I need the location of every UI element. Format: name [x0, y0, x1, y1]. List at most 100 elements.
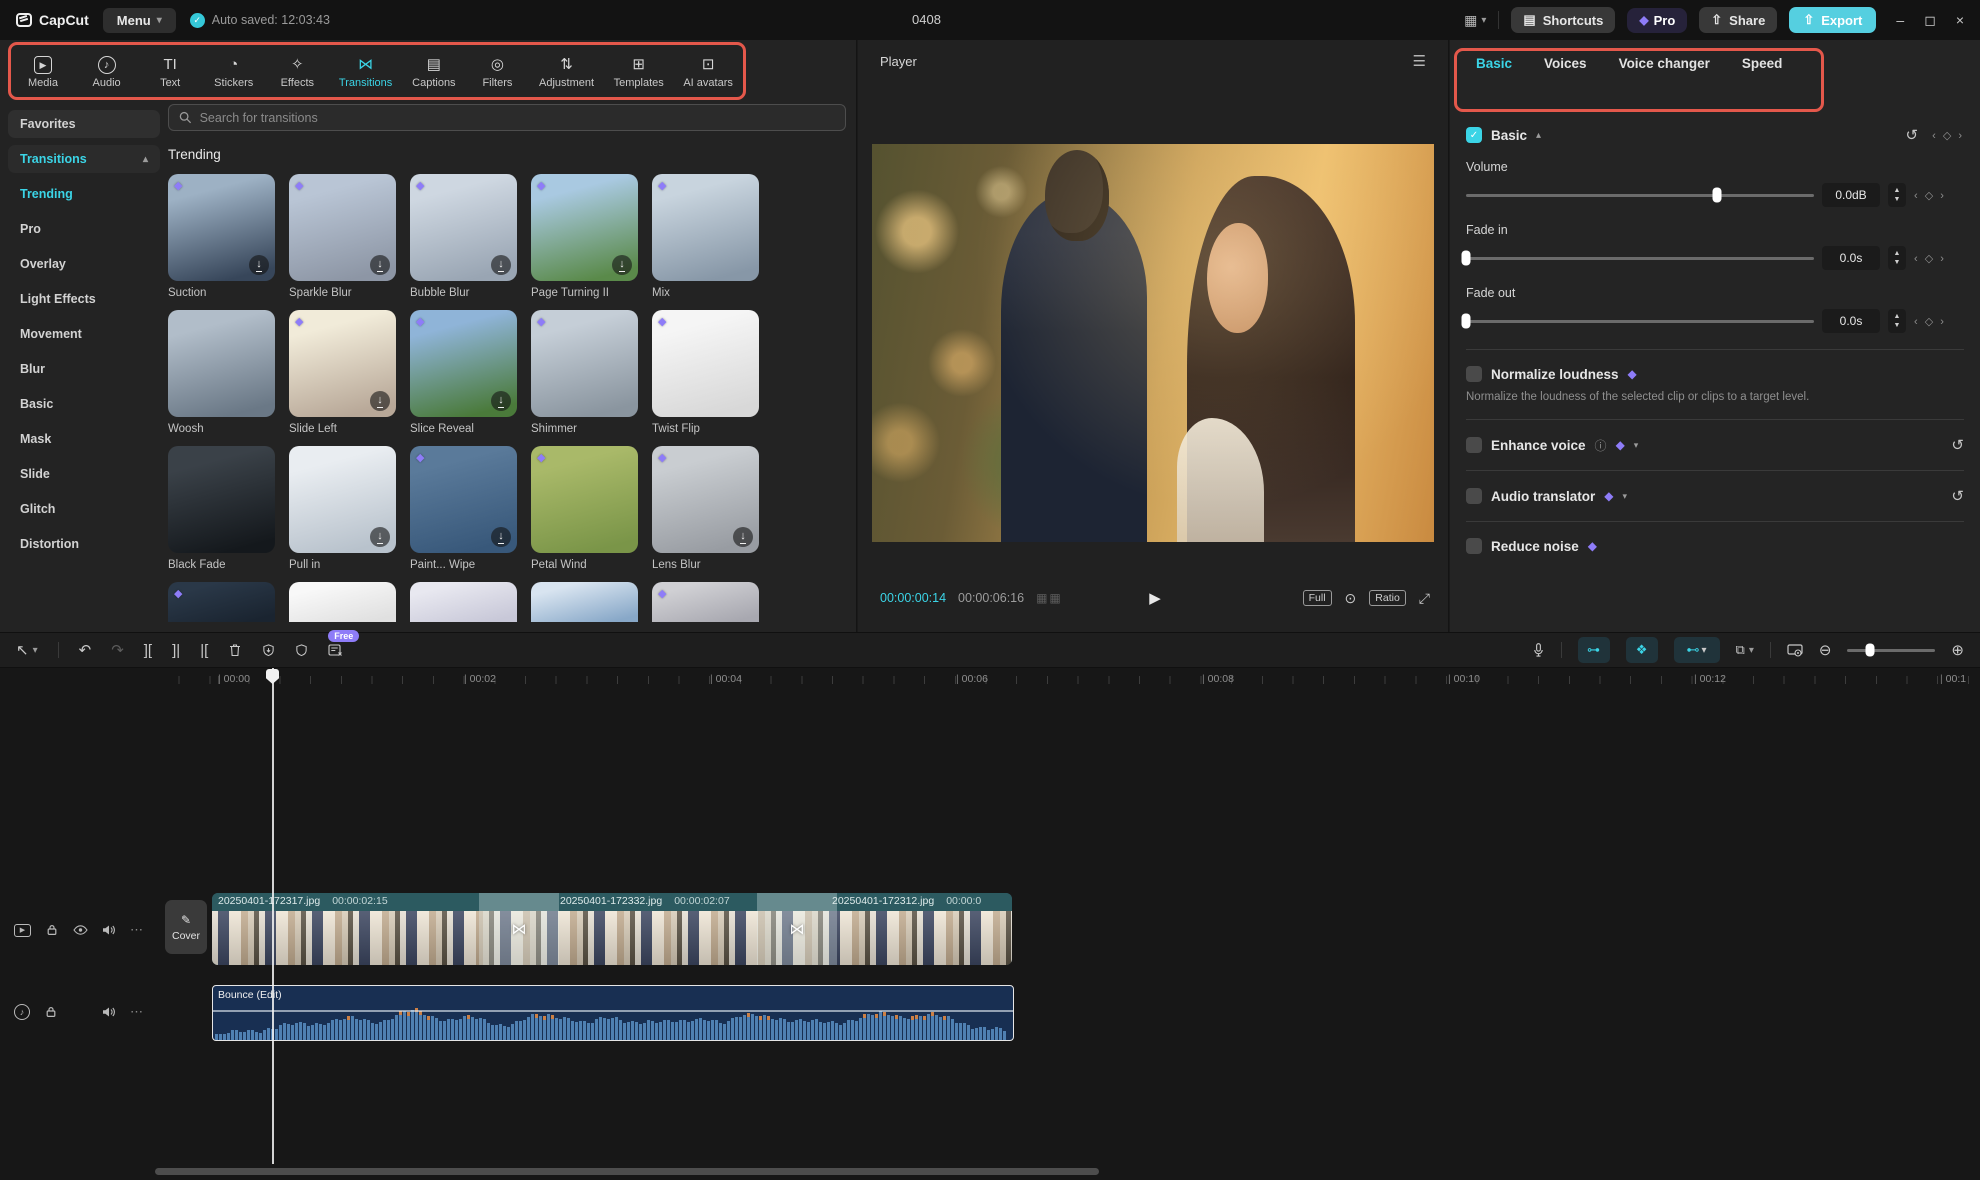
auto-preview-toggle[interactable]: ❖	[1626, 637, 1658, 663]
sidebar-item-basic[interactable]: Basic	[8, 390, 160, 418]
move-mode-button[interactable]: ⧉▾	[1736, 642, 1754, 658]
fade-in-slider[interactable]	[1466, 257, 1814, 260]
download-icon[interactable]: ↓	[370, 391, 390, 411]
slider-thumb[interactable]	[1462, 314, 1471, 329]
tab-voices[interactable]: Voices	[1544, 56, 1587, 71]
sidebar-item-favorites[interactable]: Favorites	[8, 110, 160, 138]
split-button[interactable]: ][	[144, 642, 152, 659]
fade-in-value-input[interactable]: 0.0s	[1822, 246, 1880, 270]
tab-transitions[interactable]: ⋈Transitions	[339, 56, 392, 89]
minimize-button[interactable]: –	[1896, 12, 1904, 29]
transition-thumb-suction[interactable]: ◆↓	[168, 174, 275, 281]
keyframe-controls[interactable]: ‹ ◇ ›	[1914, 315, 1946, 328]
sidebar-item-mask[interactable]: Mask	[8, 425, 160, 453]
audio-volume-line[interactable]	[213, 1010, 1013, 1012]
tab-ai-avatars[interactable]: ⊡AI avatars	[683, 56, 733, 89]
transition-card[interactable]: ◆↓Page Turning II	[531, 174, 638, 299]
transition-thumb-partial[interactable]	[531, 582, 638, 622]
transition-card[interactable]: ◆↓Paint... Wipe	[410, 446, 517, 571]
tab-templates[interactable]: ⊞Templates	[614, 56, 664, 89]
full-screen-toggle[interactable]: Full	[1303, 590, 1332, 606]
sidebar-item-overlay[interactable]: Overlay	[8, 250, 160, 278]
playhead-line[interactable]	[272, 668, 274, 1164]
transition-marker[interactable]: ⋈	[757, 893, 837, 965]
transition-card[interactable]: ◆Twist Flip	[652, 310, 759, 435]
ratio-button[interactable]: Ratio	[1369, 590, 1406, 606]
track-more-button[interactable]: ⋯	[130, 922, 144, 938]
transition-thumb-woosh[interactable]	[168, 310, 275, 417]
download-icon[interactable]: ↓	[370, 527, 390, 547]
transition-card[interactable]: ◆↓Bubble Blur	[410, 174, 517, 299]
keyframe-controls[interactable]: ‹ ◇ ›	[1914, 189, 1946, 202]
video-clip-strip[interactable]: 20250401-172317.jpg00:00:02:1520250401-1…	[212, 893, 1012, 965]
fade-out-value-input[interactable]: 0.0s	[1822, 309, 1880, 333]
visibility-eye-icon[interactable]	[73, 925, 88, 935]
sidebar-item-glitch[interactable]: Glitch	[8, 495, 160, 523]
transition-card[interactable]: ◆↓Lens Blur	[652, 446, 759, 571]
zoom-out-button[interactable]: ⊖	[1819, 641, 1832, 659]
download-icon[interactable]: ↓	[491, 255, 511, 275]
transition-marker[interactable]: ⋈	[479, 893, 559, 965]
transition-card[interactable]: ◆Mix	[652, 174, 759, 299]
transition-card[interactable]: ◆↓Suction	[168, 174, 275, 299]
menu-button[interactable]: Menu ▾	[103, 8, 176, 33]
transition-thumb-paint-wipe[interactable]: ◆↓	[410, 446, 517, 553]
timeline-ruler[interactable]: 00:0000:0200:0400:0600:0800:1000:1200:1	[0, 668, 1980, 694]
search-box[interactable]	[168, 104, 846, 131]
download-icon[interactable]: ↓	[733, 527, 753, 547]
split-keep-right-button[interactable]: |[	[200, 642, 208, 659]
tab-basic[interactable]: Basic	[1476, 56, 1512, 71]
transition-thumb-partial[interactable]: ◆	[652, 582, 759, 622]
download-icon[interactable]: ↓	[370, 255, 390, 275]
render-preview-button[interactable]	[1787, 644, 1803, 657]
chevron-down-icon[interactable]: ▾	[1623, 491, 1628, 502]
magnetic-snap-toggle[interactable]: ⊶	[1578, 637, 1610, 663]
collapse-caret-icon[interactable]: ▴	[1536, 130, 1541, 141]
transition-card[interactable]: ◆	[652, 582, 759, 622]
record-voiceover-button[interactable]	[1532, 642, 1545, 658]
reset-icon[interactable]: ↺	[1906, 126, 1919, 144]
transition-thumb-petal-wind[interactable]: ◆	[531, 446, 638, 553]
keyframe-controls[interactable]: ‹ ◇ ›	[1932, 129, 1964, 142]
transition-thumb-black-fade[interactable]	[168, 446, 275, 553]
tab-captions[interactable]: ▤Captions	[412, 56, 456, 89]
chevron-down-icon[interactable]: ▾	[1634, 440, 1639, 451]
slider-thumb[interactable]	[1462, 251, 1471, 266]
expand-icon[interactable]: ⤢	[1419, 590, 1430, 607]
tab-speed[interactable]: Speed	[1742, 56, 1783, 71]
tab-media[interactable]: ▶Media	[21, 56, 65, 89]
fade-out-slider[interactable]	[1466, 320, 1814, 323]
timeline-horizontal-scrollbar[interactable]	[155, 1168, 1099, 1175]
transition-card[interactable]	[531, 582, 638, 622]
download-icon[interactable]: ↓	[491, 527, 511, 547]
delete-button[interactable]	[228, 643, 242, 657]
preview-quality-icon[interactable]: ⊙	[1345, 590, 1357, 607]
transition-thumb-twist-flip[interactable]: ◆	[652, 310, 759, 417]
value-stepper[interactable]: ▲▼	[1888, 183, 1906, 207]
timeline-zoom-slider[interactable]	[1847, 649, 1935, 652]
mask-in-button[interactable]	[262, 643, 275, 657]
search-input[interactable]	[200, 111, 835, 125]
transition-thumb-slide-left[interactable]: ◆↓	[289, 310, 396, 417]
redo-button[interactable]: ↷	[111, 641, 124, 659]
mask-button[interactable]	[295, 643, 308, 657]
volume-slider[interactable]	[1466, 194, 1814, 197]
track-more-button[interactable]: ⋯	[130, 1004, 144, 1020]
transition-card[interactable]	[289, 582, 396, 622]
select-tool-button[interactable]: ↖▾	[16, 641, 38, 659]
sidebar-item-pro[interactable]: Pro	[8, 215, 160, 243]
play-button[interactable]: ▶	[1149, 589, 1161, 607]
sidebar-item-movement[interactable]: Movement	[8, 320, 160, 348]
transition-thumb-shimmer[interactable]: ◆	[531, 310, 638, 417]
volume-value-input[interactable]: 0.0dB	[1822, 183, 1880, 207]
normalize-loudness-checkbox[interactable]	[1466, 366, 1482, 382]
lock-icon[interactable]	[46, 924, 58, 936]
download-icon[interactable]: ↓	[249, 255, 269, 275]
transition-thumb-mix[interactable]: ◆	[652, 174, 759, 281]
tab-filters[interactable]: ◎Filters	[475, 56, 519, 89]
transition-card[interactable]: Woosh	[168, 310, 275, 435]
sidebar-item-slide[interactable]: Slide	[8, 460, 160, 488]
link-clips-toggle[interactable]: ⊷▾	[1674, 637, 1720, 663]
layout-switch-button[interactable]: ▦ ▾	[1464, 12, 1486, 29]
mute-speaker-icon[interactable]	[102, 924, 115, 936]
